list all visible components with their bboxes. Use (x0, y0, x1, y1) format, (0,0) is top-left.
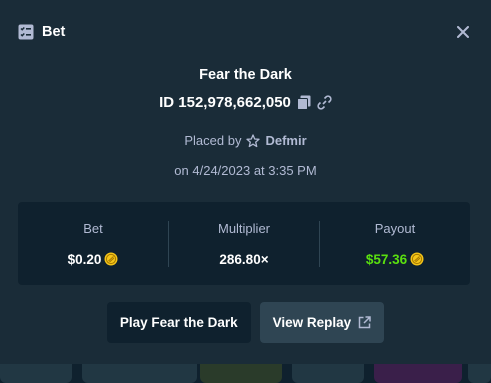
game-tile (0, 364, 72, 383)
external-link-icon (358, 316, 371, 329)
game-tile (200, 364, 282, 383)
bet-id-row: ID 152,978,662,050 (0, 94, 491, 111)
game-tile (374, 364, 462, 383)
username-link[interactable]: Defmir (265, 133, 306, 148)
placed-by-row: Placed by Defmir (0, 133, 491, 148)
stat-payout-label: Payout (374, 220, 416, 236)
stat-multiplier: Multiplier 286.80× (168, 220, 319, 267)
coin-icon (104, 252, 118, 266)
copy-icon[interactable] (296, 95, 311, 110)
view-replay-label: View Replay (272, 315, 352, 330)
modal-title: Bet (42, 24, 66, 40)
bet-stats-panel: Bet $0.20 Multiplier 286.80× Payout $57.… (18, 202, 470, 285)
bet-list-icon (18, 24, 34, 40)
game-tile (468, 364, 491, 383)
background-game-tiles (0, 364, 491, 383)
stat-bet: Bet $0.20 (18, 221, 168, 267)
play-game-button[interactable]: Play Fear the Dark (106, 302, 251, 343)
link-icon[interactable] (317, 95, 332, 110)
stat-multiplier-label: Multiplier (217, 220, 270, 236)
close-icon (457, 26, 469, 38)
stat-bet-label: Bet (83, 220, 103, 236)
stat-payout-value: $57.36 (365, 251, 408, 267)
stat-payout-value-row: $57.36 (320, 252, 470, 267)
bet-date: on 4/24/2023 at 3:35 PM (174, 163, 317, 178)
coin-icon (410, 252, 424, 266)
modal-header: Bet (18, 22, 473, 42)
view-replay-button[interactable]: View Replay (259, 302, 385, 343)
play-game-label: Play Fear the Dark (119, 315, 238, 330)
stat-multiplier-value: 286.80× (219, 251, 269, 267)
game-tile (82, 364, 197, 383)
game-title: Fear the Dark (199, 67, 292, 83)
bet-modal: Bet Fear the Dark ID 152,978,662,050 Pla… (0, 0, 491, 364)
action-buttons: Play Fear the Dark View Replay (0, 302, 491, 343)
bet-id: ID 152,978,662,050 (159, 94, 291, 111)
placed-by-label: Placed by (184, 133, 242, 148)
stat-bet-value: $0.20 (67, 251, 102, 267)
stat-multiplier-value-row: 286.80× (169, 252, 319, 267)
stat-bet-value-row: $0.20 (18, 252, 168, 267)
star-icon (246, 133, 261, 148)
stat-payout: Payout $57.36 (319, 220, 470, 267)
game-tile (292, 364, 364, 383)
close-button[interactable] (453, 22, 473, 42)
